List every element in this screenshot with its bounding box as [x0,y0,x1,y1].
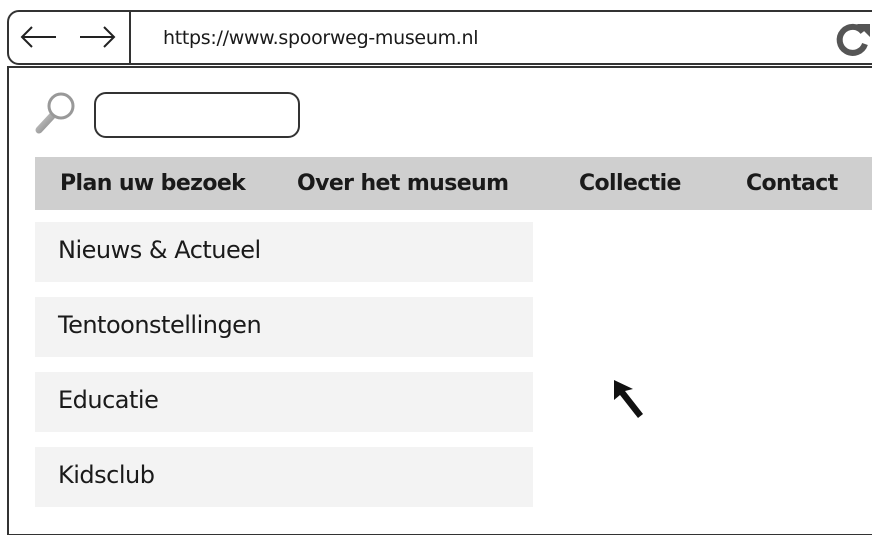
submenu-item-educatie[interactable]: Educatie [35,372,533,432]
submenu-item-label: Educatie [58,386,159,414]
forward-button[interactable] [78,23,118,51]
nav-item-contact[interactable]: Contact [746,170,838,198]
main-navigation: Plan uw bezoek Over het museum Collectie… [35,157,872,210]
search-input[interactable] [94,92,300,138]
reload-icon [836,23,870,56]
url-text[interactable]: https://www.spoorweg-museum.nl [163,26,479,50]
arrow-left-icon [20,26,56,48]
nav-item-plan-uw-bezoek[interactable]: Plan uw bezoek [60,170,246,198]
nav-item-collectie[interactable]: Collectie [579,170,681,198]
back-button[interactable] [18,23,58,51]
submenu-item-label: Nieuws & Actueel [58,236,261,264]
reload-button[interactable] [832,20,872,60]
search-icon[interactable] [33,88,81,136]
navigation-buttons [7,10,131,65]
submenu-item-nieuws-actueel[interactable]: Nieuws & Actueel [35,222,533,282]
magnifier-icon [35,92,75,134]
browser-window: https://www.spoorweg-museum.nl Plan uw b… [0,0,872,535]
submenu-item-kidsclub[interactable]: Kidsclub [35,447,533,507]
submenu-item-label: Tentoonstellingen [58,311,262,339]
mouse-cursor-icon [612,378,646,424]
submenu-item-tentoonstellingen[interactable]: Tentoonstellingen [35,297,533,357]
submenu-item-label: Kidsclub [58,461,155,489]
nav-item-over-het-museum[interactable]: Over het museum [297,170,509,198]
arrow-right-icon [80,26,116,48]
